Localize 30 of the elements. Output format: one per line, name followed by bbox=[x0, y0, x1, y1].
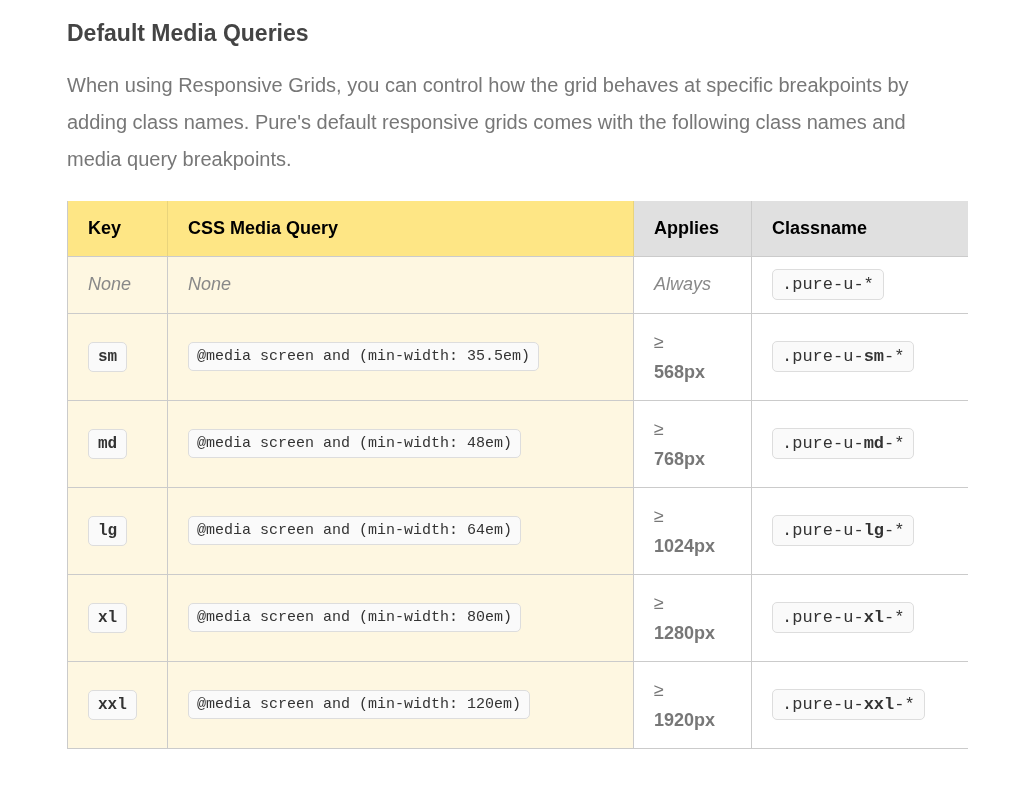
key-code: sm bbox=[88, 341, 128, 372]
classname-code: .pure-u-sm-* bbox=[772, 341, 915, 372]
media-query-code: @media screen and (min-width: 35.5em) bbox=[188, 342, 540, 371]
key-text: None bbox=[88, 274, 132, 294]
classname-code: .pure-u-lg-* bbox=[772, 515, 915, 546]
key-code: xxl bbox=[88, 689, 137, 720]
column-header: Classname bbox=[751, 201, 968, 256]
column-header: Key bbox=[67, 201, 168, 256]
breakpoint-text: ≥ 1024px bbox=[654, 504, 716, 558]
breakpoint-text: ≥ 1920px bbox=[654, 678, 716, 732]
breakpoint-text: ≥ 568px bbox=[654, 330, 706, 384]
breakpoint-text: ≥ 1280px bbox=[654, 591, 716, 645]
key-code: md bbox=[88, 428, 128, 459]
section-heading: Default Media Queries bbox=[67, 20, 310, 47]
breakpoint-text: ≥ 768px bbox=[654, 417, 706, 471]
applies-text: Always bbox=[654, 274, 711, 294]
key-code: lg bbox=[88, 515, 128, 546]
media-query-code: @media screen and (min-width: 120em) bbox=[188, 690, 531, 719]
classname-code: .pure-u-md-* bbox=[772, 428, 915, 459]
column-header: Applies bbox=[633, 201, 752, 256]
intro-paragraph: When using Responsive Grids, you can control how the grid behaves at specific breakpoints by adding class names. Pure's default responsive grids comes with the following class names and media query breakpoints. bbox=[67, 73, 910, 172]
classname-code: .pure-u-xl-* bbox=[772, 602, 915, 633]
media-query-code: @media screen and (min-width: 80em) bbox=[188, 603, 522, 632]
media-query-code: @media screen and (min-width: 48em) bbox=[188, 429, 522, 458]
column-header: CSS Media Query bbox=[167, 201, 634, 256]
key-code: xl bbox=[88, 602, 128, 633]
media-query-code: @media screen and (min-width: 64em) bbox=[188, 516, 522, 545]
classname-code: .pure-u-xxl-* bbox=[772, 689, 925, 720]
query-text: None bbox=[188, 274, 232, 294]
classname-code: .pure-u-* bbox=[772, 269, 884, 300]
